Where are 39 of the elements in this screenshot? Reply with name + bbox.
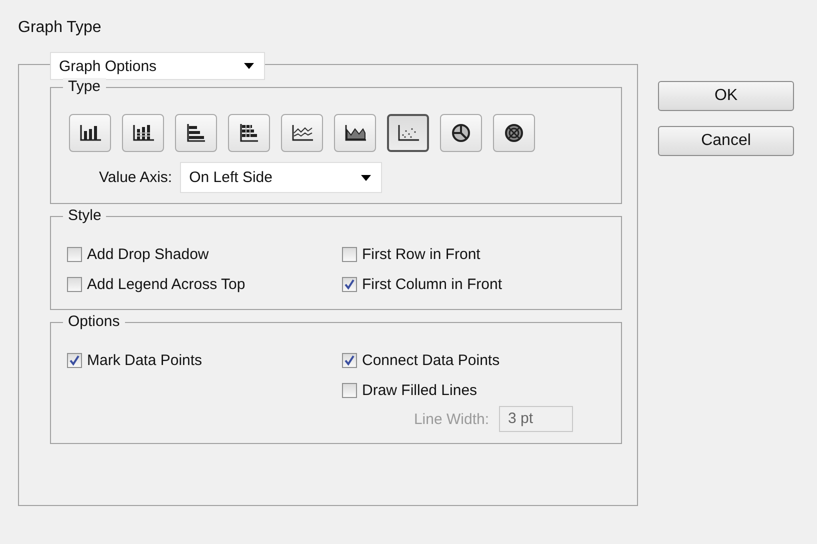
checkbox-label: Add Drop Shadow — [87, 246, 209, 262]
checkbox[interactable] — [342, 276, 357, 292]
graph-type-button[interactable] — [334, 114, 376, 152]
group-title: Options — [63, 313, 125, 331]
checkbox-label: Draw Filled Lines — [362, 382, 478, 398]
checkbox-label: First Column in Front — [362, 276, 502, 292]
group-title: Type — [63, 78, 106, 96]
stacked-bar-chart-icon — [237, 121, 261, 145]
checkbox-label: First Row in Front — [362, 246, 480, 262]
checkbox[interactable] — [342, 382, 357, 398]
checkbox-label: Add Legend Across Top — [87, 276, 246, 292]
window-title: Graph Type — [18, 18, 102, 38]
section-dropdown[interactable]: Graph Options — [50, 52, 265, 80]
graph-type-button[interactable] — [175, 114, 217, 152]
checkbox-label: Mark Data Points — [87, 352, 202, 368]
checkbox-label: Connect Data Points — [362, 352, 500, 368]
graph-type-button[interactable] — [122, 114, 164, 152]
line-width-label: Line Width: — [414, 410, 489, 428]
graph-type-button[interactable] — [493, 114, 535, 152]
checkbox[interactable] — [67, 352, 82, 368]
checkbox[interactable] — [67, 276, 82, 292]
radar-chart-icon — [502, 121, 526, 145]
group-title: Style — [63, 207, 106, 225]
checkbox[interactable] — [342, 246, 357, 262]
pie-chart-icon — [449, 121, 473, 145]
graph-type-button[interactable] — [440, 114, 482, 152]
dialog-button[interactable]: Cancel — [658, 126, 794, 156]
graph-type-button[interactable] — [281, 114, 323, 152]
bar-chart-icon — [184, 121, 208, 145]
caret-icon — [361, 174, 372, 180]
graph-type-button[interactable] — [69, 114, 111, 152]
value-axis-dropdown[interactable]: On Left Side — [180, 162, 382, 193]
checkbox[interactable] — [67, 246, 82, 262]
graph-type-button[interactable] — [387, 114, 429, 152]
caret-icon — [244, 63, 254, 69]
graph-type-button[interactable] — [228, 114, 270, 152]
checkbox[interactable] — [342, 352, 357, 368]
dialog-button[interactable]: OK — [658, 81, 794, 111]
value-axis-label: Value Axis: — [99, 169, 172, 186]
